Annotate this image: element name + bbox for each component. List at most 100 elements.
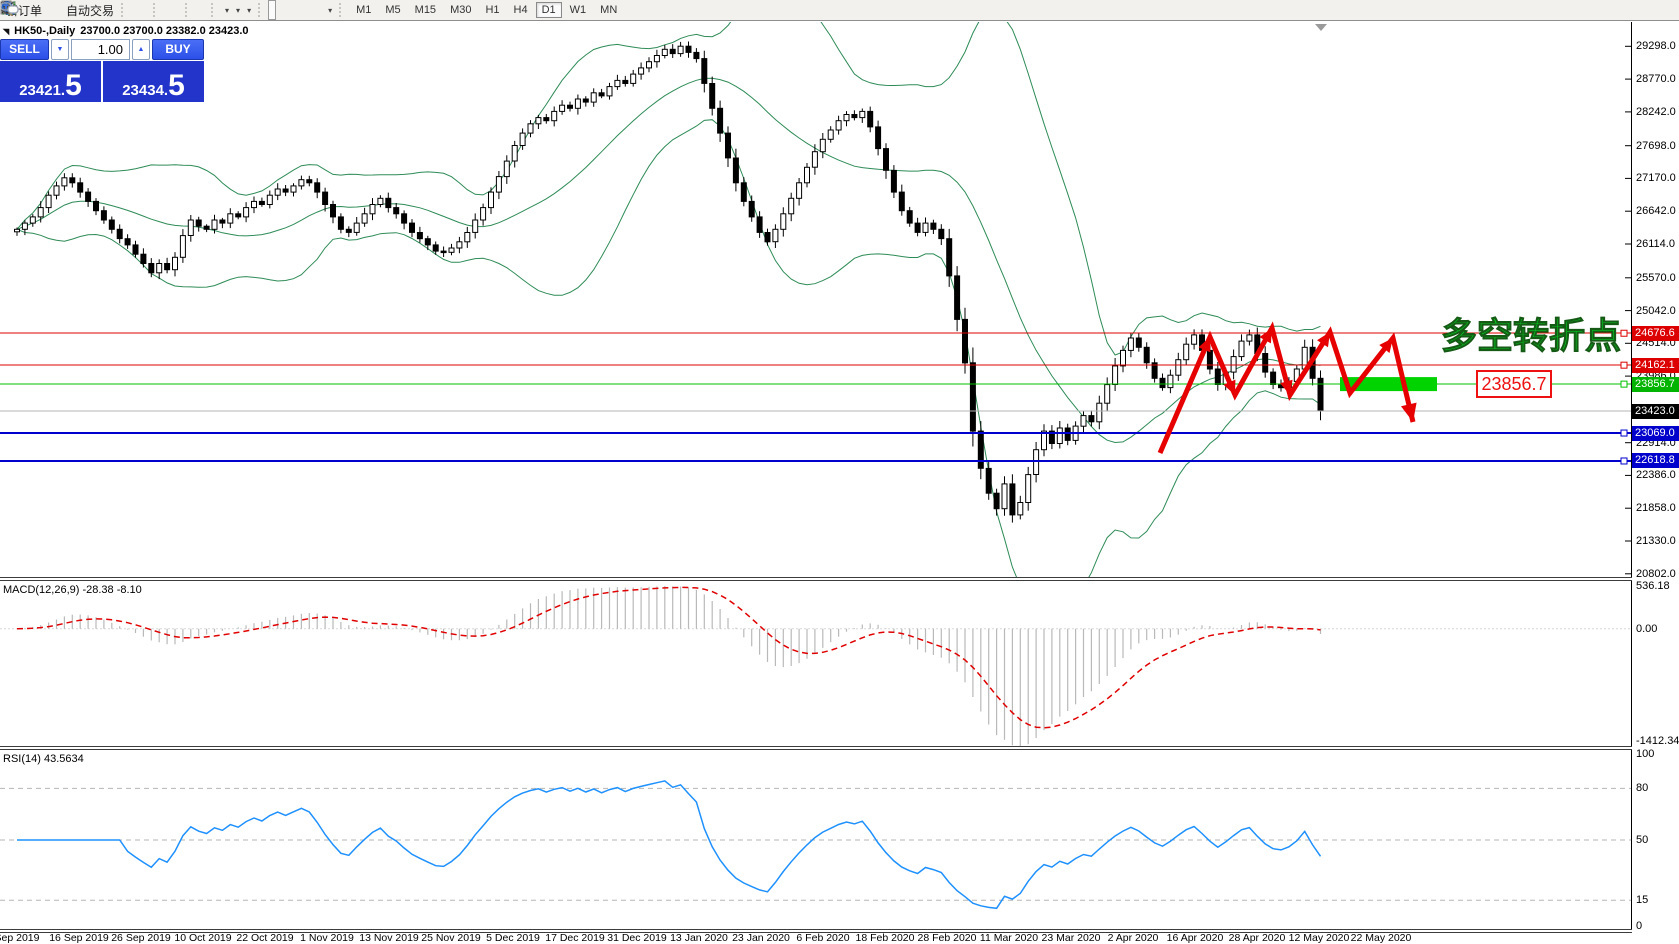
chart-shift-marker-icon[interactable] bbox=[1315, 24, 1327, 31]
cursor-tool-button[interactable] bbox=[268, 0, 276, 20]
price-axis[interactable]: 29298.028770.028242.027698.027170.026642… bbox=[1632, 22, 1679, 942]
date-tick: 13 Jan 2020 bbox=[670, 932, 728, 944]
macd-canvas[interactable] bbox=[0, 581, 1631, 746]
toolbar-grip bbox=[339, 3, 345, 17]
date-tick: 23 Mar 2020 bbox=[1042, 932, 1101, 944]
rsi-panel[interactable]: RSI(14) 43.5634 bbox=[0, 750, 1632, 929]
templates-dropdown-caret[interactable]: ▾ bbox=[247, 6, 251, 15]
rsi-tick: 80 bbox=[1636, 782, 1648, 794]
periods-button[interactable]: ▾ bbox=[232, 1, 243, 19]
tile-windows-button[interactable] bbox=[175, 1, 181, 19]
price-tick: 21858.0 bbox=[1636, 502, 1676, 514]
toolbar-grip bbox=[211, 3, 217, 17]
date-tick: 11 Mar 2020 bbox=[980, 932, 1038, 944]
date-tick: 12 May 2020 bbox=[1289, 932, 1350, 944]
price-tick: 27698.0 bbox=[1636, 140, 1676, 152]
one-click-trading-panel: SELL ▼ 1.00 ▲ BUY 23421. 5 23434. 5 bbox=[0, 39, 204, 102]
date-tick: 10 Oct 2019 bbox=[174, 932, 231, 944]
level-price-chip: 24162.1 bbox=[1632, 358, 1679, 373]
date-tick: 2 Apr 2020 bbox=[1108, 932, 1159, 944]
community-button[interactable] bbox=[1670, 1, 1676, 19]
date-tick: 5 Dec 2019 bbox=[486, 932, 540, 944]
macd-tick: 536.18 bbox=[1636, 580, 1670, 592]
ohlc-values: 23700.0 23700.0 23382.0 23423.0 bbox=[80, 25, 248, 37]
chart-window: ◥ HK50-,Daily 23700.0 23700.0 23382.0 23… bbox=[0, 22, 1679, 942]
date-tick: 18 Feb 2020 bbox=[856, 932, 915, 944]
buy-price[interactable]: 23434. 5 bbox=[103, 61, 204, 102]
macd-panel[interactable]: MACD(12,26,9) -28.38 -8.10 bbox=[0, 581, 1632, 746]
auto-scroll-button[interactable] bbox=[201, 1, 207, 19]
date-tick: 17 Dec 2019 bbox=[545, 932, 605, 944]
sell-button[interactable]: SELL bbox=[0, 39, 49, 60]
timeframe-W1[interactable]: W1 bbox=[564, 2, 593, 18]
date-tick: 26 Sep 2019 bbox=[111, 932, 171, 944]
price-chart-canvas[interactable]: 多空转折点23856.7 bbox=[0, 22, 1631, 577]
date-tick: 22 Oct 2019 bbox=[236, 932, 293, 944]
macd-label: MACD(12,26,9) -28.38 -8.10 bbox=[3, 584, 142, 596]
volume-input[interactable]: 1.00 bbox=[71, 39, 130, 60]
sell-price[interactable]: 23421. 5 bbox=[0, 61, 101, 102]
volume-increase-button[interactable]: ▲ bbox=[132, 39, 150, 60]
chat-bubbles-icon bbox=[0, 0, 20, 16]
window-marker-icon: ◥ bbox=[3, 27, 9, 36]
macd-tick: 0.00 bbox=[1636, 623, 1657, 635]
timeframe-H4[interactable]: H4 bbox=[508, 2, 534, 18]
date-tick: 16 Apr 2020 bbox=[1167, 932, 1224, 944]
turning-point-annotation[interactable]: 多空转折点 bbox=[1441, 315, 1621, 356]
volume-decrease-button[interactable]: ▼ bbox=[51, 39, 69, 60]
date-tick: 28 Feb 2020 bbox=[918, 932, 977, 944]
sell-price-main: 23421. bbox=[19, 82, 65, 99]
symbol-period-title: HK50-,Daily bbox=[14, 25, 75, 37]
periods-dropdown-caret[interactable]: ▾ bbox=[236, 6, 240, 15]
line-chart-button[interactable] bbox=[143, 1, 149, 19]
rsi-canvas[interactable] bbox=[0, 750, 1631, 929]
arrows-tool-button[interactable]: ▾ bbox=[324, 1, 335, 19]
main-chart-panel[interactable]: ◥ HK50-,Daily 23700.0 23700.0 23382.0 23… bbox=[0, 22, 1632, 577]
indicators-button[interactable]: ▾ bbox=[221, 1, 232, 19]
timeframe-H1[interactable]: H1 bbox=[479, 2, 505, 18]
chart-title: ◥ HK50-,Daily 23700.0 23700.0 23382.0 23… bbox=[3, 25, 249, 37]
rsi-tick: 50 bbox=[1636, 834, 1648, 846]
timeframe-M30[interactable]: M30 bbox=[444, 2, 477, 18]
price-tick: 26642.0 bbox=[1636, 205, 1676, 217]
price-tick: 21330.0 bbox=[1636, 535, 1676, 547]
level-price-chip: 22618.8 bbox=[1632, 453, 1679, 468]
date-tick: 23 Jan 2020 bbox=[732, 932, 790, 944]
buy-price-pip: 5 bbox=[168, 73, 185, 99]
buy-price-main: 23434. bbox=[122, 82, 168, 99]
current-price-chip: 23423.0 bbox=[1632, 404, 1679, 419]
date-tick: 1 Nov 2019 bbox=[300, 932, 354, 944]
buy-button[interactable]: BUY bbox=[152, 39, 204, 60]
price-tick: 28770.0 bbox=[1636, 73, 1676, 85]
timeframe-D1[interactable]: D1 bbox=[536, 2, 562, 18]
templates-button[interactable]: ▾ bbox=[243, 1, 254, 19]
price-tick: 29298.0 bbox=[1636, 40, 1676, 52]
timeframe-M5[interactable]: M5 bbox=[379, 2, 406, 18]
rsi-tick: 0 bbox=[1636, 920, 1642, 932]
price-tick: 20802.0 bbox=[1636, 568, 1676, 580]
date-tick: 13 Nov 2019 bbox=[359, 932, 419, 944]
date-tick: 6 Feb 2020 bbox=[796, 932, 849, 944]
toolbar-grip bbox=[153, 3, 159, 17]
date-tick: 25 Nov 2019 bbox=[421, 932, 481, 944]
rsi-tick: 15 bbox=[1636, 894, 1648, 906]
timeframe-M1[interactable]: M1 bbox=[350, 2, 377, 18]
auto-trading-button[interactable]: 自动交易 bbox=[63, 1, 117, 19]
date-tick: Sep 2019 bbox=[0, 932, 39, 944]
date-tick: 31 Dec 2019 bbox=[607, 932, 667, 944]
toolbar-grip bbox=[121, 3, 127, 17]
toolbar-grip bbox=[258, 3, 264, 17]
indicators-dropdown-caret[interactable]: ▾ bbox=[225, 6, 229, 15]
auto-trading-label: 自动交易 bbox=[66, 2, 114, 19]
date-axis[interactable]: Sep 201916 Sep 201926 Sep 201910 Oct 201… bbox=[0, 932, 1632, 944]
toolbar-grip bbox=[185, 3, 191, 17]
date-tick: 28 Apr 2020 bbox=[1229, 932, 1286, 944]
rsi-tick: 100 bbox=[1636, 748, 1654, 760]
level-price-chip: 23069.0 bbox=[1632, 426, 1679, 441]
price-tick: 25042.0 bbox=[1636, 305, 1676, 317]
timeframe-MN[interactable]: MN bbox=[594, 2, 623, 18]
price-tick: 25570.0 bbox=[1636, 272, 1676, 284]
top-toolbar: 新订单 自动交易 bbox=[0, 0, 1679, 21]
arrows-dropdown-caret[interactable]: ▾ bbox=[328, 6, 332, 15]
timeframe-M15[interactable]: M15 bbox=[409, 2, 442, 18]
